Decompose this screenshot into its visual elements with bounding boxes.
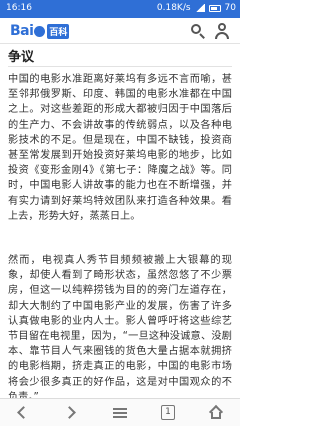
search-icon-handle [199, 33, 205, 39]
menu-icon [113, 408, 127, 418]
logo-text: Bai [10, 23, 34, 39]
battery-level: 70 [224, 3, 236, 13]
article-paragraph: 然而，电视真人秀节目频频被搬上大银幕的现象，却使人看到了畸形状态，虽然忽悠了不少… [8, 255, 232, 398]
logo-badge: 百科 [47, 23, 70, 39]
tabs-button[interactable]: 1 [148, 399, 188, 426]
home-icon-wall [211, 412, 221, 419]
home-button[interactable] [196, 399, 236, 426]
tabs-icon: 1 [161, 405, 175, 420]
forward-button[interactable] [52, 399, 92, 426]
home-icon [208, 404, 224, 420]
baidu-baike-logo[interactable]: Bai 百科 [10, 23, 70, 39]
section-title: 争议 [8, 50, 35, 65]
article-content[interactable]: 争议 中国的电影水准距离好莱坞有多远不言而喻，甚至邻邦俄罗斯、印度、韩国的电影水… [0, 44, 240, 398]
battery-icon [208, 4, 221, 12]
section-divider [8, 66, 232, 67]
search-icon [191, 24, 201, 34]
status-time: 16:16 [6, 3, 32, 13]
app-header: Bai 百科 [0, 18, 240, 44]
signal-icon [194, 4, 205, 12]
article-paragraph: 中国的电影水准距离好莱坞有多远不言而喻，甚至邻邦俄罗斯、印度、韩国的电影水准都在… [8, 74, 232, 222]
menu-button[interactable] [100, 399, 140, 426]
status-indicators: 0.18K/s 70 [157, 3, 236, 13]
data-speed: 0.18K/s [156, 3, 191, 13]
chevron-right-icon [63, 406, 76, 419]
paw-icon [34, 25, 46, 37]
status-bar: 16:16 0.18K/s 70 [0, 0, 240, 18]
back-button[interactable] [4, 399, 44, 426]
browser-toolbar: 1 [0, 398, 240, 426]
chevron-left-icon [17, 406, 30, 419]
search-button[interactable] [190, 23, 206, 39]
user-button[interactable] [214, 23, 230, 39]
user-icon [218, 23, 226, 31]
user-icon-body [215, 32, 229, 39]
